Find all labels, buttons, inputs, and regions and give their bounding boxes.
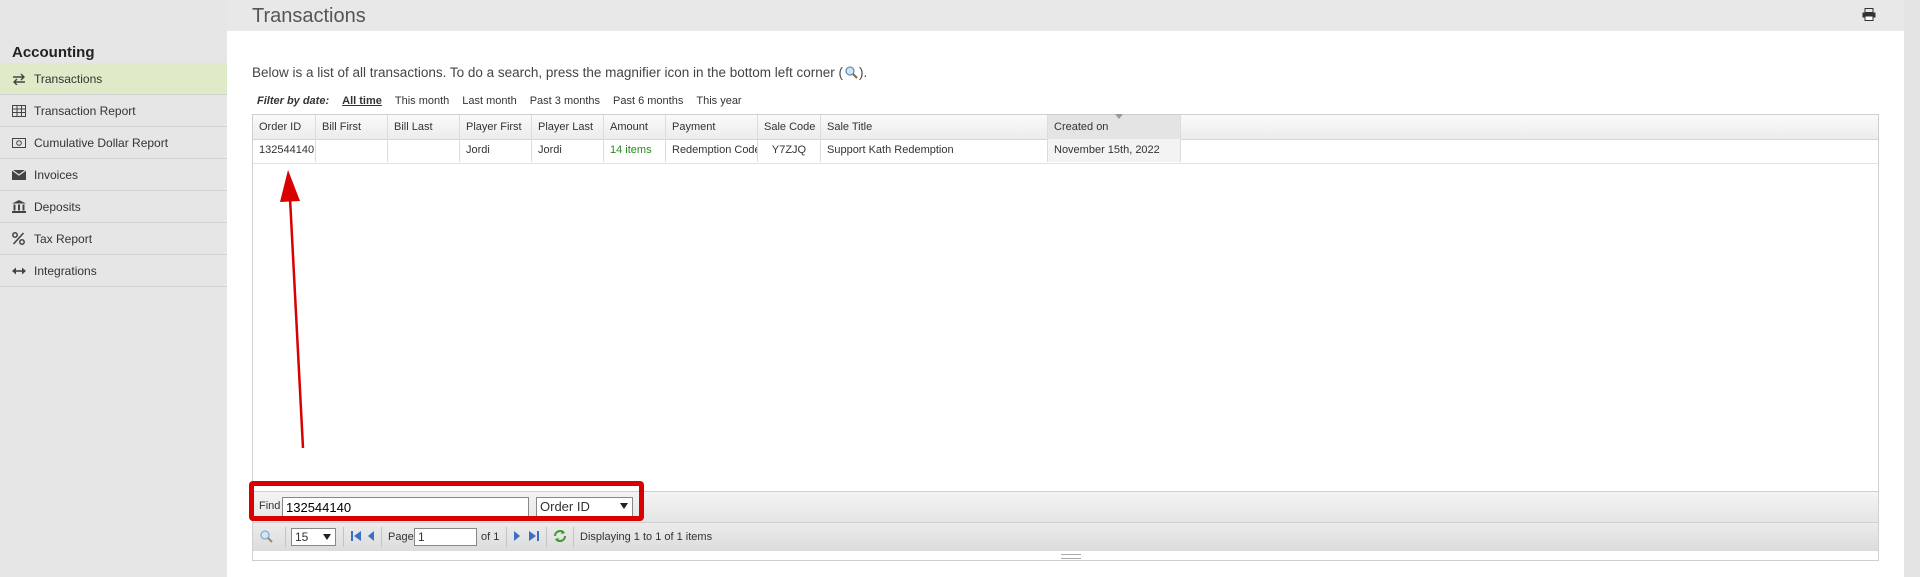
sidebar-item-cumulative-dollar-report[interactable]: Cumulative Dollar Report — [0, 127, 227, 159]
column-header-sale-title[interactable]: Sale Title — [821, 115, 1048, 139]
page-number-value: 1 — [418, 530, 425, 544]
page-label: Page — [388, 531, 414, 543]
cell-bill-last — [388, 139, 460, 162]
page-size-value: 15 — [295, 530, 309, 544]
percent-icon — [12, 232, 32, 245]
cell-player-first: Jordi — [460, 139, 532, 162]
sidebar-item-label: Tax Report — [34, 231, 93, 246]
cell-amount[interactable]: 14 items — [604, 139, 666, 162]
sidebar-item-label: Cumulative Dollar Report — [34, 135, 169, 150]
search-icon — [259, 529, 273, 546]
next-page-icon — [513, 530, 521, 545]
page-size-container: 15 — [291, 523, 336, 551]
column-header-order-id[interactable]: Order ID — [253, 115, 316, 139]
filter-last-month[interactable]: Last month — [462, 95, 516, 107]
separator — [343, 527, 344, 547]
sidebar-item-label: Deposits — [34, 199, 81, 214]
separator — [506, 527, 507, 547]
pagination-bar: 15 Page 1 of 1 Displaying 1 to 1 of 1 it… — [253, 522, 1878, 551]
cell-player-last: Jordi — [532, 139, 604, 162]
next-page-button[interactable] — [513, 523, 521, 551]
sidebar-item-integrations[interactable]: Integrations — [0, 255, 227, 287]
sort-indicator-icon — [1115, 114, 1123, 119]
arrows-exchange-icon — [12, 73, 32, 85]
table-icon — [12, 104, 32, 117]
previous-page-button[interactable] — [367, 523, 375, 551]
column-header-amount[interactable]: Amount — [604, 115, 666, 139]
refresh-icon — [553, 529, 567, 546]
annotation-highlight-box — [249, 481, 644, 521]
sidebar-heading: Accounting — [12, 44, 95, 61]
sidebar-item-label: Integrations — [34, 263, 97, 278]
sidebar-item-transactions[interactable]: Transactions — [0, 63, 227, 95]
column-header-sale-code[interactable]: Sale Code — [758, 115, 821, 139]
sidebar-nav: Transactions Transaction Report Cumulati… — [0, 63, 227, 287]
separator — [381, 527, 382, 547]
cell-sale-title: Support Kath Redemption — [821, 139, 1048, 162]
filter-past-3-months[interactable]: Past 3 months — [530, 95, 600, 107]
filter-past-6-months[interactable]: Past 6 months — [613, 95, 683, 107]
cell-bill-first — [316, 139, 388, 162]
intro-text-before: Below is a list of all transactions. To … — [252, 65, 844, 80]
page-number-input[interactable]: 1 — [414, 528, 477, 546]
search-toggle-button[interactable] — [259, 523, 273, 551]
cell-sale-code: Y7ZJQ — [758, 139, 821, 162]
filter-label: Filter by date: — [257, 95, 330, 107]
print-icon[interactable] — [1862, 8, 1876, 24]
column-header-payment[interactable]: Payment — [666, 115, 758, 139]
intro-text-after: ). — [859, 65, 868, 80]
page-title: Transactions — [252, 5, 366, 27]
cell-created-on: November 15th, 2022 — [1048, 139, 1181, 162]
filter-all-time[interactable]: All time — [342, 95, 382, 107]
sidebar-item-label: Transaction Report — [34, 103, 136, 118]
date-filter-bar: Filter by date: All time This month Last… — [257, 95, 755, 107]
cell-order-id: 132544140 — [253, 139, 316, 162]
sidebar-item-invoices[interactable]: Invoices — [0, 159, 227, 191]
separator — [546, 527, 547, 547]
table-row[interactable]: 132544140 Jordi Jordi 14 items Redemptio… — [253, 139, 1878, 164]
refresh-button[interactable] — [553, 523, 567, 551]
window-edge — [1904, 0, 1920, 577]
last-page-icon — [528, 530, 540, 545]
magnifier-icon — [844, 65, 858, 82]
sidebar-item-deposits[interactable]: Deposits — [0, 191, 227, 223]
table-header: Order ID Bill First Bill Last Player Fir… — [253, 114, 1878, 140]
sidebar-item-label: Invoices — [34, 167, 79, 182]
chevron-down-icon — [323, 534, 331, 540]
sidebar-item-tax-report[interactable]: Tax Report — [0, 223, 227, 255]
separator — [573, 527, 574, 547]
page-size-select[interactable]: 15 — [291, 528, 336, 546]
sidebar-item-transaction-report[interactable]: Transaction Report — [0, 95, 227, 127]
resize-handle[interactable] — [1061, 554, 1081, 559]
cell-payment: Redemption Code — [666, 139, 758, 162]
money-icon — [12, 137, 32, 148]
last-page-button[interactable] — [528, 523, 540, 551]
column-header-player-last[interactable]: Player Last — [532, 115, 604, 139]
envelope-icon — [12, 169, 32, 180]
pager-status: Displaying 1 to 1 of 1 items — [580, 531, 713, 543]
annotation-arrow — [280, 170, 305, 449]
page-count-label: of 1 — [481, 531, 500, 543]
column-header-bill-last[interactable]: Bill Last — [388, 115, 460, 139]
page-input-container: 1 — [414, 523, 477, 551]
previous-page-icon — [367, 530, 375, 545]
sidebar: Accounting Transactions Transaction Repo… — [0, 0, 227, 577]
column-header-player-first[interactable]: Player First — [460, 115, 532, 139]
first-page-icon — [350, 530, 362, 545]
intro-text: Below is a list of all transactions. To … — [252, 65, 867, 82]
first-page-button[interactable] — [350, 523, 362, 551]
sidebar-item-label: Transactions — [34, 71, 103, 86]
bank-icon — [12, 200, 32, 213]
filter-this-month[interactable]: This month — [395, 95, 449, 107]
separator — [285, 527, 286, 547]
filter-this-year[interactable]: This year — [696, 95, 741, 107]
arrows-horizontal-icon — [12, 267, 32, 275]
page-header: Transactions — [227, 0, 1904, 31]
column-header-bill-first[interactable]: Bill First — [316, 115, 388, 139]
